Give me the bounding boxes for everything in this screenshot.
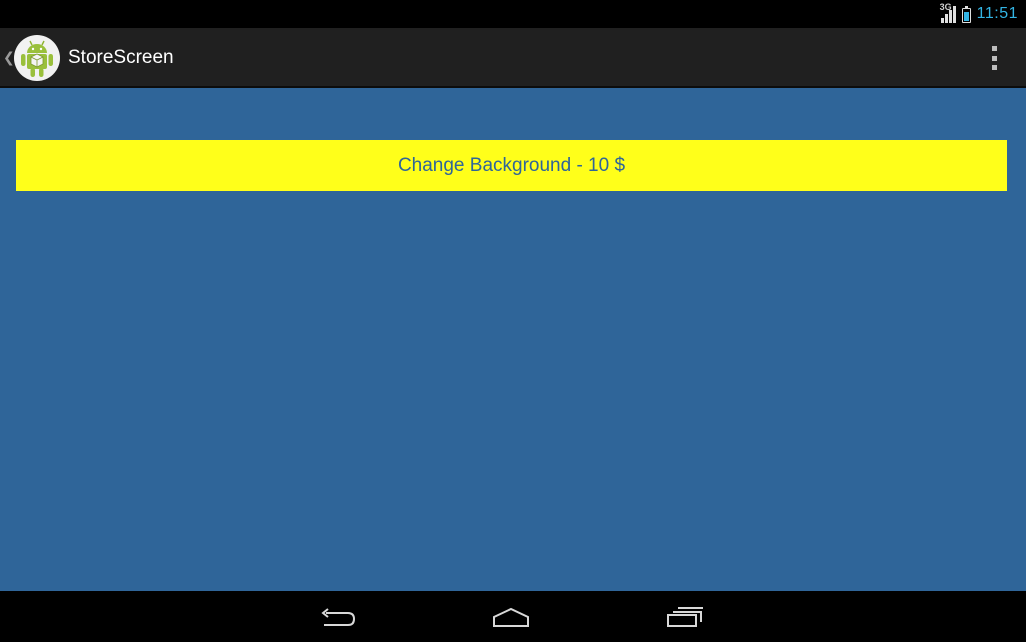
app-title: StoreScreen [68, 47, 174, 68]
change-background-button[interactable]: Change Background - 10 $ [16, 140, 1007, 191]
action-bar: ❮ StoreScreen [0, 28, 1026, 88]
navigation-bar [0, 591, 1026, 642]
android-robot-icon[interactable] [14, 35, 60, 81]
recents-icon[interactable] [665, 605, 705, 629]
clock: 11:51 [976, 5, 1018, 22]
store-content: Change Background - 10 $ [0, 88, 1026, 591]
home-icon[interactable] [492, 605, 532, 629]
network-type-label: 3G [939, 2, 952, 12]
overflow-menu-icon[interactable] [988, 46, 1000, 70]
back-icon[interactable] [318, 605, 358, 629]
change-background-label: Change Background - 10 $ [397, 154, 626, 176]
signal-icon: 3G [939, 2, 956, 23]
battery-icon [961, 5, 971, 23]
status-bar: 3G 11:51 [0, 0, 1026, 28]
up-navigation-icon[interactable]: ❮ [3, 49, 15, 66]
